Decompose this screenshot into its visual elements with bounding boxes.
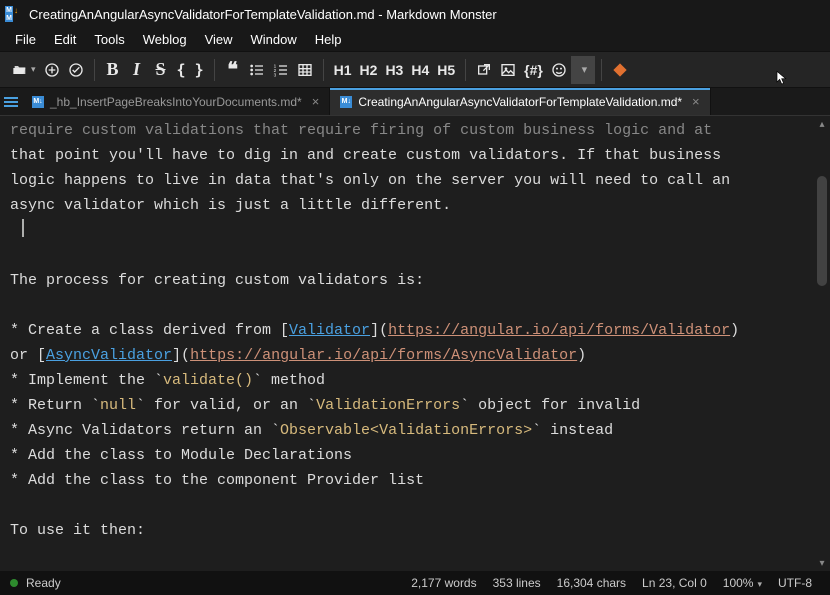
vertical-scrollbar[interactable]: ▴ ▾ xyxy=(814,116,830,571)
menubar: File Edit Tools Weblog View Window Help xyxy=(0,28,830,52)
app-icon: M↓ M xyxy=(5,5,23,23)
status-ready: Ready xyxy=(26,576,61,590)
folder-open-icon xyxy=(12,62,28,78)
emoji-button[interactable] xyxy=(547,56,571,84)
code-button[interactable]: { } xyxy=(173,56,208,84)
markdown-file-icon: M↓ xyxy=(32,96,44,108)
status-words: 2,177 words xyxy=(411,576,476,590)
open-button[interactable]: ▾ xyxy=(8,56,40,84)
status-zoom[interactable]: 100%▾ xyxy=(723,576,762,590)
bold-button[interactable]: B xyxy=(101,56,125,84)
markdown-file-icon: M↓ xyxy=(340,96,352,108)
addin-button[interactable] xyxy=(608,56,632,84)
h4-button[interactable]: H4 xyxy=(407,56,433,84)
tab-label: _hb_InsertPageBreaksIntoYourDocuments.md… xyxy=(50,95,302,109)
scrollbar-thumb[interactable] xyxy=(817,176,827,286)
menu-tools[interactable]: Tools xyxy=(85,30,133,49)
scroll-up-arrow[interactable]: ▴ xyxy=(814,116,830,132)
close-icon[interactable]: × xyxy=(312,94,320,109)
list-ol-icon: 123 xyxy=(273,62,289,78)
status-position: Ln 23, Col 0 xyxy=(642,576,707,590)
h1-button[interactable]: H1 xyxy=(330,56,356,84)
diamond-icon xyxy=(612,62,628,78)
scroll-down-arrow[interactable]: ▾ xyxy=(814,555,830,571)
more-dropdown-button[interactable]: ▾ xyxy=(571,56,595,84)
status-encoding[interactable]: UTF-8 xyxy=(778,576,812,590)
external-link-icon xyxy=(476,62,492,78)
h2-button[interactable]: H2 xyxy=(356,56,382,84)
editor-area: require custom validations that require … xyxy=(0,116,830,571)
h3-button[interactable]: H3 xyxy=(381,56,407,84)
italic-button[interactable]: I xyxy=(125,56,149,84)
tab-doc-2[interactable]: M↓ CreatingAnAngularAsyncValidatorForTem… xyxy=(330,88,710,115)
ul-button[interactable] xyxy=(245,56,269,84)
image-icon xyxy=(500,62,516,78)
status-lines: 353 lines xyxy=(493,576,541,590)
quote-button[interactable]: ❝ xyxy=(221,56,245,84)
statusbar: Ready 2,177 words 353 lines 16,304 chars… xyxy=(0,571,830,595)
new-button[interactable] xyxy=(40,56,64,84)
svg-text:3: 3 xyxy=(273,72,276,77)
smile-icon xyxy=(551,62,567,78)
tab-doc-1[interactable]: M↓ _hb_InsertPageBreaksIntoYourDocuments… xyxy=(22,88,330,115)
tab-label: CreatingAnAngularAsyncValidatorForTempla… xyxy=(358,95,682,109)
h5-button[interactable]: H5 xyxy=(433,56,459,84)
attributes-button[interactable]: {#} xyxy=(520,56,547,84)
window-title: CreatingAnAngularAsyncValidatorForTempla… xyxy=(29,7,497,22)
titlebar: M↓ M CreatingAnAngularAsyncValidatorForT… xyxy=(0,0,830,28)
checkmark-circle-icon xyxy=(68,62,84,78)
ol-button[interactable]: 123 xyxy=(269,56,293,84)
tab-gutter-icon[interactable] xyxy=(0,88,22,115)
text-cursor xyxy=(22,219,24,237)
menu-weblog[interactable]: Weblog xyxy=(134,30,196,49)
toolbar: ▾ B I S { } ❝ 123 H1 H2 H3 H4 H5 {#} ▾ xyxy=(0,52,830,88)
strike-button[interactable]: S xyxy=(149,56,173,84)
close-icon[interactable]: × xyxy=(692,94,700,109)
table-icon xyxy=(297,62,313,78)
status-dot-icon xyxy=(10,579,18,587)
tab-bar: M↓ _hb_InsertPageBreaksIntoYourDocuments… xyxy=(0,88,830,116)
status-chars: 16,304 chars xyxy=(557,576,626,590)
table-button[interactable] xyxy=(293,56,317,84)
menu-window[interactable]: Window xyxy=(242,30,306,49)
menu-file[interactable]: File xyxy=(6,30,45,49)
menu-help[interactable]: Help xyxy=(306,30,351,49)
image-button[interactable] xyxy=(496,56,520,84)
link-button[interactable] xyxy=(472,56,496,84)
menu-edit[interactable]: Edit xyxy=(45,30,85,49)
save-button[interactable] xyxy=(64,56,88,84)
menu-view[interactable]: View xyxy=(196,30,242,49)
list-ul-icon xyxy=(249,62,265,78)
editor[interactable]: require custom validations that require … xyxy=(0,116,814,571)
plus-circle-icon xyxy=(44,62,60,78)
